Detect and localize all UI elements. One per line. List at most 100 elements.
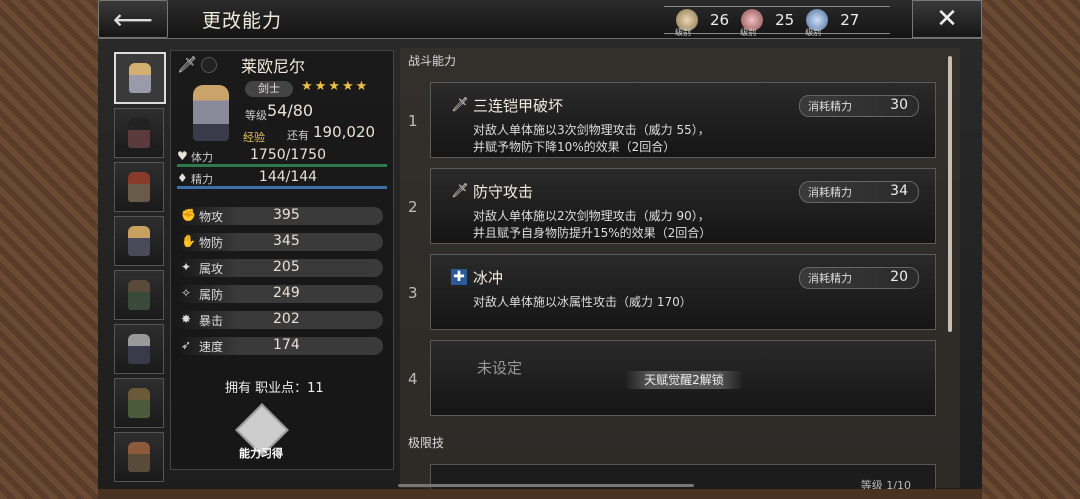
stat-edef: ✧ 属防 249 (177, 285, 383, 303)
rarity-stars: ★★★★★ (301, 79, 370, 94)
character-sprite (128, 334, 150, 364)
character-slot-selected[interactable] (114, 52, 166, 104)
slot-number: 4 (408, 370, 418, 388)
character-slot[interactable] (114, 378, 164, 428)
character-list (114, 52, 166, 482)
sp-value: 144/144 (258, 169, 318, 185)
character-slot[interactable] (114, 324, 164, 374)
currency-bar: 级别 26 级别 25 级别 27 (664, 6, 890, 37)
gem-icon: 级别 (675, 9, 698, 37)
remaining-exp: 190,020 (313, 123, 376, 141)
speed-icon: ➶ (181, 338, 192, 352)
character-sprite (128, 226, 150, 256)
close-icon: ✕ (936, 4, 958, 34)
sp-bar (177, 186, 387, 189)
stat-crit: ✸ 暴击 202 (177, 311, 383, 329)
stat-speed: ➶ 速度 174 (177, 337, 383, 355)
horizontal-scrollbar (398, 484, 694, 487)
skill-slot-1[interactable]: 🗡 三连铠甲破坏 消耗精力 30 对敌人单体施以3次剑物理攻击（威力 55）， 并… (430, 82, 936, 158)
game-screen: ⟵ 更改能力 级别 26 级别 25 级别 27 ✕ 🗡 莱欧尼尔 剑士 ★★★… (98, 0, 982, 499)
hp-label: 体力 (191, 151, 213, 164)
hp-bar (177, 164, 387, 167)
slot-number: 2 (408, 198, 418, 216)
character-sprite (128, 280, 150, 310)
character-sprite (128, 388, 150, 418)
hp-value: 1750/1750 (250, 147, 326, 163)
currency-2: 级别 25 (740, 9, 794, 37)
character-portrait (193, 85, 229, 141)
character-name: 莱欧尼尔 (241, 57, 306, 76)
job-badge: 剑士 (245, 81, 293, 97)
patk-icon: ✊ (181, 208, 196, 222)
skill-slot-2[interactable]: 🗡 防守攻击 消耗精力 34 对敌人单体施以2次剑物理攻击（威力 90）， 并且赋… (430, 168, 936, 244)
sword-icon: 🗡 (451, 97, 469, 113)
currency-value: 26 (710, 11, 730, 29)
character-sprite (128, 442, 150, 472)
skill-desc: 并且赋予自身物防提升15%的效果（2回合） (473, 226, 712, 240)
sp-icon: ♦ (177, 171, 188, 185)
pdef-icon: ✋ (181, 234, 196, 248)
skill-slot-3[interactable]: ✚ 冰冲 消耗精力 20 对敌人单体施以冰属性攻击（威力 170） (430, 254, 936, 330)
acquire-ability-button[interactable]: 能力习得 (235, 403, 289, 463)
skill-name: 冰冲 (473, 269, 504, 287)
skill-slot-4-locked[interactable]: 未设定 天赋觉醒2解锁 (430, 340, 936, 416)
currency-value: 27 (840, 11, 860, 29)
page-title: 更改能力 (202, 10, 283, 32)
hp-row: ♥ 体力 1750/1750 (177, 147, 387, 167)
currency-1: 级别 26 (675, 9, 730, 37)
character-slot[interactable] (114, 432, 164, 482)
level-value: 54/80 (267, 101, 314, 120)
header-bar: ⟵ 更改能力 级别 26 级别 25 级别 27 ✕ (98, 0, 982, 39)
back-arrow-icon: ⟵ (112, 2, 154, 36)
character-panel: 🗡 莱欧尼尔 剑士 ★★★★★ 等级 54/80 经验 还有 190,020 ♥… (170, 50, 394, 470)
section-battle-abilities: 战斗能力 (408, 54, 457, 68)
gem-icon: 级别 (805, 9, 829, 37)
element-orb-icon (201, 57, 217, 73)
bottom-frame (98, 489, 982, 499)
character-sprite (129, 63, 151, 93)
level-label: 等级 (245, 109, 267, 122)
right-frame (982, 0, 1080, 499)
character-sprite (128, 118, 150, 148)
skills-area: 战斗能力 1 🗡 三连铠甲破坏 消耗精力 30 对敌人单体施以3次剑物理攻击（威力… (400, 48, 960, 492)
gem-icon: 级别 (740, 9, 764, 37)
skill-desc: 并赋予物防下降10%的效果（2回合） (473, 140, 676, 154)
stat-patk: ✊ 物攻 395 (177, 207, 383, 225)
slot-number: 3 (408, 284, 418, 302)
remaining-label: 还有 (287, 129, 309, 142)
job-points: 拥有 职业点：11 (225, 381, 324, 396)
sp-row: ♦ 精力 144/144 (177, 169, 387, 189)
skill-desc: 对敌人单体施以3次剑物理攻击（威力 55）， (473, 123, 710, 137)
stat-eatk: ✦ 属攻 205 (177, 259, 383, 277)
character-slot[interactable] (114, 216, 164, 266)
edef-icon: ✧ (181, 286, 192, 300)
ice-icon: ✚ (451, 269, 467, 285)
sword-icon: 🗡 (451, 183, 469, 199)
currency-3: 级别 27 (805, 9, 860, 37)
skill-desc: 对敌人单体施以冰属性攻击（威力 170） (473, 295, 692, 309)
unlock-requirement: 天赋觉醒2解锁 (625, 371, 743, 389)
heart-icon: ♥ (177, 149, 188, 163)
sp-label: 精力 (191, 173, 213, 186)
section-limit-break: 极限技 (408, 436, 445, 450)
character-slot[interactable] (114, 162, 164, 212)
character-sprite (128, 172, 150, 202)
unset-label: 未设定 (477, 359, 523, 377)
vertical-scrollbar[interactable] (948, 56, 952, 332)
skill-name: 防守攻击 (473, 183, 534, 201)
character-slot[interactable] (114, 108, 164, 158)
eatk-icon: ✦ (181, 260, 192, 274)
sword-icon: 🗡 (177, 55, 198, 74)
sp-cost: 消耗精力 20 (799, 267, 919, 289)
crit-icon: ✸ (181, 312, 192, 326)
slot-number: 1 (408, 112, 418, 130)
close-button[interactable]: ✕ (912, 0, 982, 38)
sp-cost: 消耗精力 30 (799, 95, 919, 117)
skill-desc: 对敌人单体施以2次剑物理攻击（威力 90）， (473, 209, 710, 223)
exp-label: 经验 (243, 131, 265, 144)
acquire-label: 能力习得 (239, 447, 283, 460)
left-frame (0, 0, 98, 499)
sp-cost: 消耗精力 34 (799, 181, 919, 203)
character-slot[interactable] (114, 270, 164, 320)
back-button[interactable]: ⟵ (98, 0, 168, 38)
